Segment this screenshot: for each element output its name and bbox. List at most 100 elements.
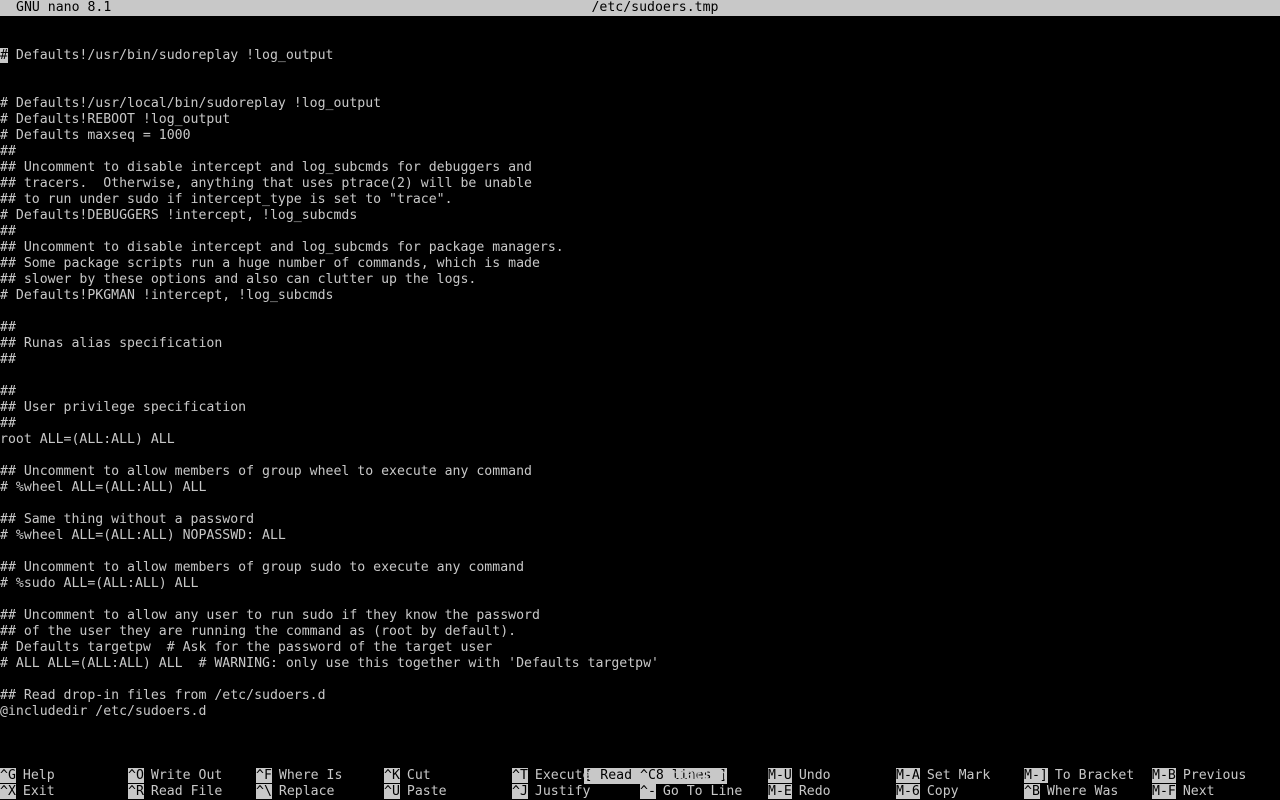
- editor-line[interactable]: root ALL=(ALL:ALL) ALL: [0, 432, 1280, 448]
- editor-line[interactable]: # %wheel ALL=(ALL:ALL) ALL: [0, 480, 1280, 496]
- editor-line[interactable]: ## of the user they are running the comm…: [0, 624, 1280, 640]
- editor-line[interactable]: # Defaults!DEBUGGERS !intercept, !log_su…: [0, 208, 1280, 224]
- shortcut-label: Previous: [1182, 768, 1247, 783]
- shortcut-where-was[interactable]: ^B Where Was: [1024, 784, 1118, 800]
- shortcut-paste[interactable]: ^U Paste: [384, 784, 447, 800]
- editor-line[interactable]: [0, 368, 1280, 384]
- shortcut-location[interactable]: ^C Location: [640, 768, 726, 784]
- editor-area[interactable]: # Defaults!/usr/bin/sudoreplay !log_outp…: [0, 16, 1280, 752]
- shortcut-label: To Bracket: [1054, 768, 1135, 783]
- editor-line[interactable]: [0, 672, 1280, 688]
- editor-lines[interactable]: # Defaults!/usr/local/bin/sudoreplay !lo…: [0, 96, 1280, 720]
- editor-line[interactable]: ## Uncomment to disable intercept and lo…: [0, 240, 1280, 256]
- editor-line[interactable]: [0, 496, 1280, 512]
- shortcut-label: Where Was: [1046, 784, 1119, 799]
- shortcut-justify[interactable]: ^J Justify: [512, 784, 590, 800]
- shortcut-key: ^O: [128, 768, 144, 783]
- shortcut-label: Exit: [22, 784, 55, 799]
- editor-line[interactable]: ## Uncomment to allow any user to run su…: [0, 608, 1280, 624]
- shortcut-to-bracket[interactable]: M-] To Bracket: [1024, 768, 1134, 784]
- editor-line[interactable]: # Defaults targetpw # Ask for the passwo…: [0, 640, 1280, 656]
- shortcut-label: Read File: [150, 784, 223, 799]
- shortcut-label: Where Is: [278, 768, 343, 783]
- editor-line[interactable]: ## slower by these options and also can …: [0, 272, 1280, 288]
- shortcut-copy[interactable]: M-6 Copy: [896, 784, 959, 800]
- shortcut-key: M-F: [1152, 784, 1176, 799]
- shortcut-previous[interactable]: M-B Previous: [1152, 768, 1246, 784]
- shortcut-cut[interactable]: ^K Cut: [384, 768, 431, 784]
- editor-line[interactable]: ## Uncomment to allow members of group w…: [0, 464, 1280, 480]
- shortcut-label: Redo: [798, 784, 831, 799]
- shortcut-label: Replace: [278, 784, 335, 799]
- shortcut-key: ^C: [640, 768, 656, 783]
- shortcut-exit[interactable]: ^X Exit: [0, 784, 55, 800]
- shortcut-label: Write Out: [150, 768, 223, 783]
- editor-line[interactable]: ##: [0, 224, 1280, 240]
- editor-line[interactable]: [0, 448, 1280, 464]
- editor-line[interactable]: ##: [0, 320, 1280, 336]
- editor-line[interactable]: ## Uncomment to allow members of group s…: [0, 560, 1280, 576]
- shortcut-label: Paste: [406, 784, 447, 799]
- shortcut-redo[interactable]: M-E Redo: [768, 784, 831, 800]
- editor-line[interactable]: # Defaults!/usr/bin/sudoreplay !log_outp…: [0, 48, 1280, 64]
- shortcut-execute[interactable]: ^T Execute: [512, 768, 590, 784]
- shortcut-key: ^J: [512, 784, 528, 799]
- editor-line[interactable]: ## Some package scripts run a huge numbe…: [0, 256, 1280, 272]
- editor-line[interactable]: ## User privilege specification: [0, 400, 1280, 416]
- editor-line[interactable]: ##: [0, 144, 1280, 160]
- text-cursor: #: [0, 48, 8, 63]
- shortcut-label: Next: [1182, 784, 1215, 799]
- editor-line[interactable]: ## Runas alias specification: [0, 336, 1280, 352]
- editor-line[interactable]: ##: [0, 416, 1280, 432]
- editor-line[interactable]: # %sudo ALL=(ALL:ALL) ALL: [0, 576, 1280, 592]
- editor-line[interactable]: [0, 592, 1280, 608]
- shortcut-key: M-B: [1152, 768, 1176, 783]
- shortcut-key: M-]: [1024, 768, 1048, 783]
- shortcut-label: Cut: [406, 768, 431, 783]
- editor-line[interactable]: # Defaults!PKGMAN !intercept, !log_subcm…: [0, 288, 1280, 304]
- editor-line[interactable]: ## to run under sudo if intercept_type i…: [0, 192, 1280, 208]
- editor-line[interactable]: ##: [0, 352, 1280, 368]
- shortcut-read-file[interactable]: ^R Read File: [128, 784, 222, 800]
- shortcut-go-to-line[interactable]: ^- Go To Line: [640, 784, 742, 800]
- shortcut-label: Execute: [534, 768, 591, 783]
- status-bar: [ Read 128 lines ]: [0, 752, 1280, 784]
- shortcut-label: Help: [22, 768, 55, 783]
- shortcut-help[interactable]: ^G Help: [0, 768, 55, 784]
- editor-line[interactable]: [0, 304, 1280, 320]
- shortcut-key: M-U: [768, 768, 792, 783]
- shortcut-where-is[interactable]: ^F Where Is: [256, 768, 342, 784]
- editor-line[interactable]: # Defaults maxseq = 1000: [0, 128, 1280, 144]
- editor-line[interactable]: ## Same thing without a password: [0, 512, 1280, 528]
- shortcut-label: Copy: [926, 784, 959, 799]
- shortcut-key: ^G: [0, 768, 16, 783]
- shortcut-replace[interactable]: ^\ Replace: [256, 784, 334, 800]
- shortcut-label: Undo: [798, 768, 831, 783]
- shortcut-key: ^U: [384, 784, 400, 799]
- shortcut-label: Location: [662, 768, 727, 783]
- shortcut-key: M-6: [896, 784, 920, 799]
- shortcut-key: ^X: [0, 784, 16, 799]
- editor-line[interactable]: ## Read drop-in files from /etc/sudoers.…: [0, 688, 1280, 704]
- editor-line[interactable]: # Defaults!REBOOT !log_output: [0, 112, 1280, 128]
- editor-line[interactable]: @includedir /etc/sudoers.d: [0, 704, 1280, 720]
- shortcut-label: Go To Line: [662, 784, 743, 799]
- shortcut-label: Justify: [534, 784, 591, 799]
- shortcut-key: ^R: [128, 784, 144, 799]
- shortcut-write-out[interactable]: ^O Write Out: [128, 768, 222, 784]
- shortcut-set-mark[interactable]: M-A Set Mark: [896, 768, 990, 784]
- shortcut-key: M-E: [768, 784, 792, 799]
- shortcut-next[interactable]: M-F Next: [1152, 784, 1215, 800]
- editor-line[interactable]: ##: [0, 384, 1280, 400]
- editor-line[interactable]: [0, 544, 1280, 560]
- shortcut-key: ^-: [640, 784, 656, 799]
- editor-line[interactable]: # ALL ALL=(ALL:ALL) ALL # WARNING: only …: [0, 656, 1280, 672]
- editor-line[interactable]: ## tracers. Otherwise, anything that use…: [0, 176, 1280, 192]
- title-bar: GNU nano 8.1 /etc/sudoers.tmp: [0, 0, 1280, 16]
- editor-line[interactable]: # %wheel ALL=(ALL:ALL) NOPASSWD: ALL: [0, 528, 1280, 544]
- shortcut-label: Set Mark: [926, 768, 991, 783]
- shortcut-key: ^K: [384, 768, 400, 783]
- editor-line[interactable]: ## Uncomment to disable intercept and lo…: [0, 160, 1280, 176]
- shortcut-undo[interactable]: M-U Undo: [768, 768, 831, 784]
- editor-line[interactable]: # Defaults!/usr/local/bin/sudoreplay !lo…: [0, 96, 1280, 112]
